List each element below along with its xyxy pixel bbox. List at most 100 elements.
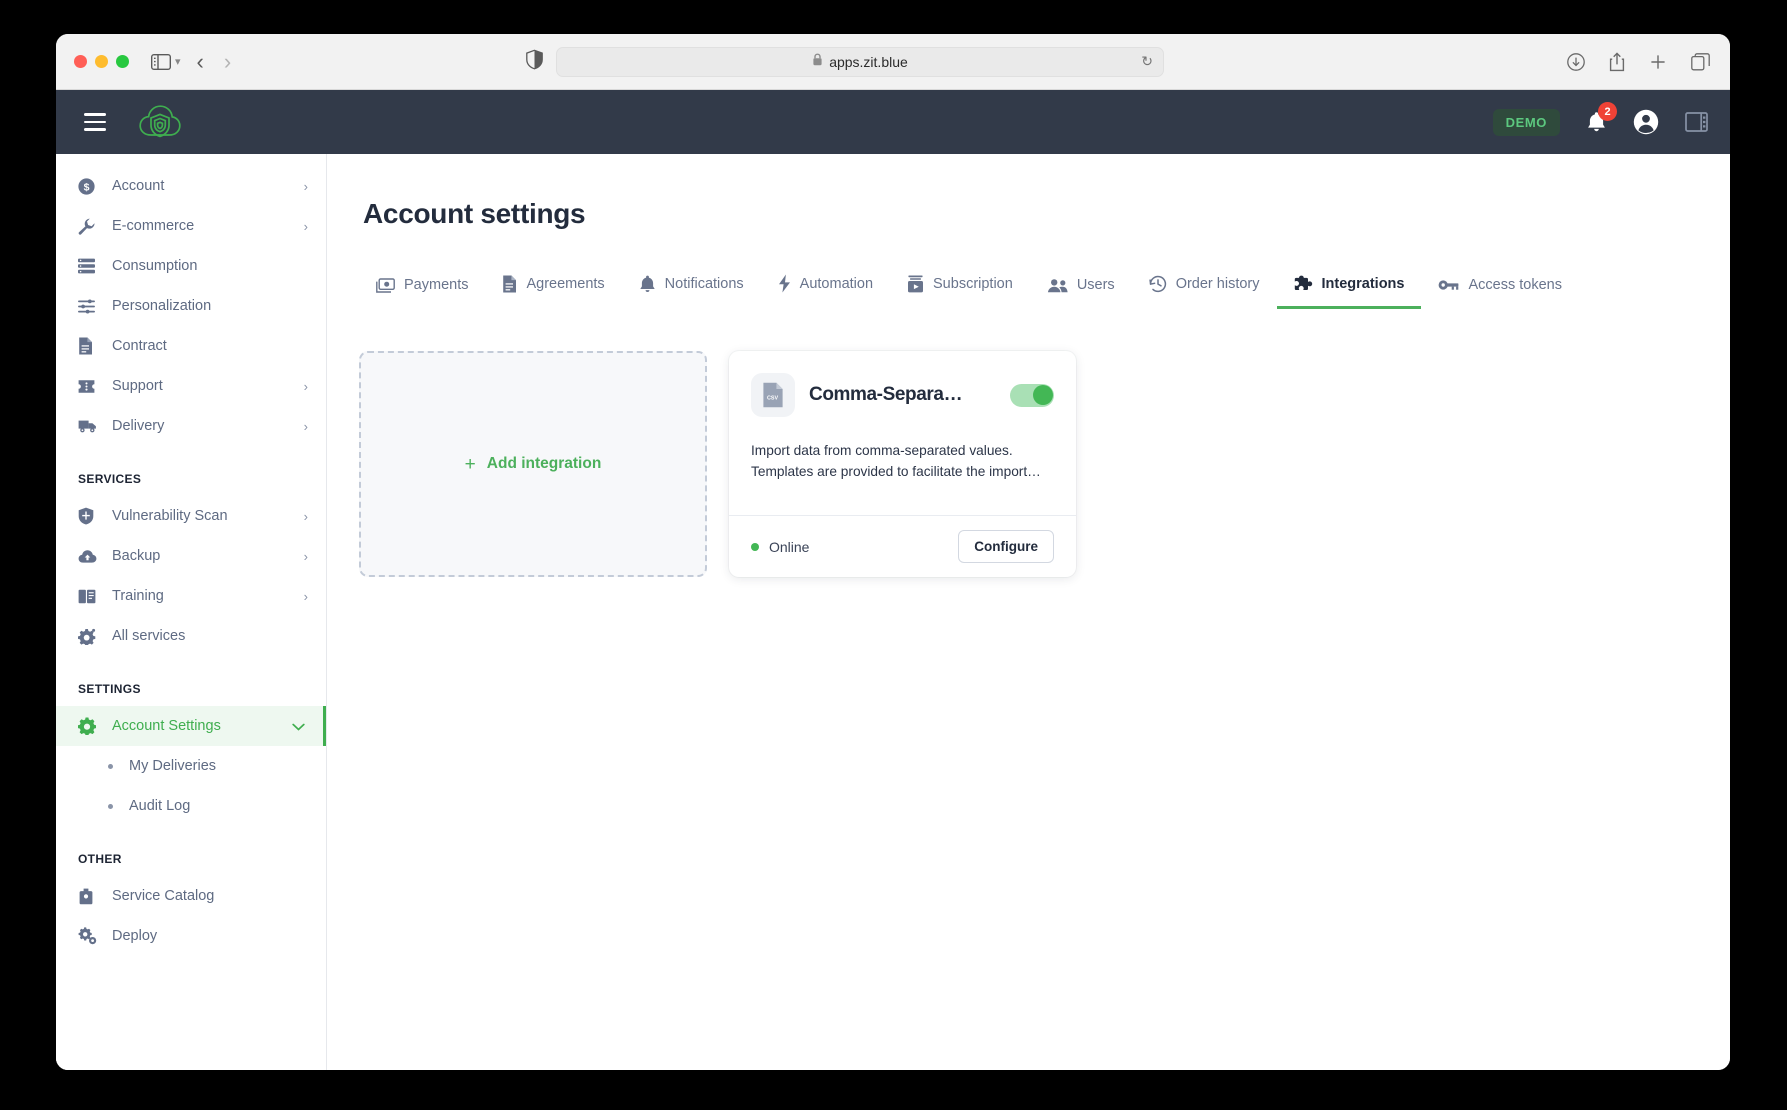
close-window-button[interactable] [74, 55, 87, 68]
sidebar-item-consumption[interactable]: Consumption [56, 246, 326, 286]
sidebar-item-label: Consumption [112, 258, 198, 274]
integration-card-body: CSV Comma-Separa… Import data from comma… [729, 351, 1076, 515]
shield-icon[interactable] [526, 49, 543, 74]
maximize-window-button[interactable] [116, 55, 129, 68]
shield-icon [78, 507, 104, 525]
sidebar-item-training[interactable]: Training › [56, 576, 326, 616]
notifications-button[interactable]: 2 [1586, 102, 1617, 133]
new-tab-plus-icon[interactable] [1649, 53, 1667, 71]
sidebar-subitem-audit-log[interactable]: Audit Log [56, 786, 326, 826]
sidebar-item-label: All services [112, 628, 186, 644]
tab-payments[interactable]: Payments [359, 277, 485, 309]
sidebar-item-label: Delivery [112, 418, 165, 434]
integration-description: Import data from comma-separated values.… [751, 443, 1041, 479]
reload-icon[interactable]: ↻ [1141, 53, 1153, 70]
tab-automation[interactable]: Automation [761, 274, 890, 309]
browser-toolbar: ▾ ‹ › apps.zit.blue ↻ [56, 34, 1730, 90]
tab-label: Integrations [1321, 276, 1405, 292]
subscription-box-icon [907, 275, 924, 293]
document-icon [502, 275, 517, 293]
gears-icon [78, 927, 104, 945]
minimize-window-button[interactable] [95, 55, 108, 68]
chevron-right-icon: › [303, 508, 308, 524]
status-dot-icon [751, 542, 759, 551]
sidebar-item-service-catalog[interactable]: Service Catalog [56, 876, 326, 916]
back-arrow-icon[interactable]: ‹ [197, 50, 204, 73]
gear-sparkle-icon [78, 628, 104, 645]
configure-button[interactable]: Configure [958, 530, 1054, 563]
sidebar-item-account-settings[interactable]: Account Settings [56, 706, 326, 746]
tab-integrations[interactable]: Integrations [1276, 275, 1422, 309]
chevron-right-icon: › [303, 178, 308, 194]
sidebar-item-label: Support [112, 378, 163, 394]
share-icon[interactable] [1609, 51, 1625, 72]
hamburger-menu-icon[interactable] [84, 113, 106, 131]
url-bar[interactable]: apps.zit.blue ↻ [556, 46, 1164, 77]
sidebar-item-deploy[interactable]: Deploy [56, 916, 326, 956]
sidebar-item-vulnerability-scan[interactable]: Vulnerability Scan › [56, 496, 326, 536]
bullet-dot-icon [108, 803, 113, 809]
url-text: apps.zit.blue [829, 53, 908, 70]
money-icon [376, 277, 395, 293]
tab-notifications[interactable]: Notifications [622, 275, 761, 309]
add-integration-label: Add integration [486, 455, 602, 472]
sidebar-item-label: Vulnerability Scan [112, 508, 228, 524]
integration-card-csv: CSV Comma-Separa… Import data from comma… [729, 351, 1076, 577]
tab-order-history[interactable]: Order history [1132, 275, 1277, 309]
tab-subscription[interactable]: Subscription [890, 275, 1030, 309]
sidebar-subitem-my-deliveries[interactable]: My Deliveries [56, 746, 326, 786]
lightning-bolt-icon [778, 274, 791, 293]
tab-agreements[interactable]: Agreements [485, 275, 621, 309]
sidebar-item-label: E-commerce [112, 218, 195, 234]
tab-label: Access tokens [1468, 277, 1562, 293]
add-integration-card[interactable]: + Add integration [359, 351, 707, 577]
bell-icon [639, 275, 656, 293]
app-body: $ Account › E-commerce › Consumption Per… [56, 154, 1730, 1070]
chevron-down-icon [292, 720, 305, 733]
notification-count-badge: 2 [1598, 102, 1617, 121]
side-panel-icon[interactable] [1685, 112, 1708, 132]
chevron-right-icon: › [303, 418, 308, 434]
sidebar-item-label: Personalization [112, 298, 212, 314]
sidebar-item-all-services[interactable]: All services [56, 616, 326, 656]
forward-arrow-icon[interactable]: › [224, 50, 231, 73]
add-integration-inner: + Add integration [465, 455, 602, 474]
integration-enable-toggle[interactable] [1010, 383, 1054, 407]
tab-label: Notifications [664, 276, 744, 292]
tab-label: Users [1076, 277, 1115, 293]
book-icon [78, 589, 104, 604]
plus-icon: + [464, 453, 476, 475]
tab-overview-icon[interactable] [1691, 52, 1710, 71]
header-actions: DEMO 2 [1492, 102, 1708, 136]
wrench-icon [78, 218, 104, 235]
sidebar-toggle-icon[interactable] [151, 53, 171, 70]
chevron-right-icon: › [303, 218, 308, 234]
dollar-circle-icon: $ [78, 177, 104, 195]
sidebar-item-label: Training [112, 588, 164, 604]
gear-icon [78, 717, 104, 735]
download-icon[interactable] [1567, 52, 1585, 71]
tab-access-tokens[interactable]: Access tokens [1421, 277, 1579, 309]
account-circle-icon[interactable] [1633, 109, 1659, 135]
clock-history-icon [1149, 275, 1167, 293]
puzzle-piece-icon [1294, 275, 1313, 293]
sidebar-item-contract[interactable]: Contract [56, 326, 326, 366]
sidebar-item-backup[interactable]: Backup › [56, 536, 326, 576]
chevron-right-icon: › [303, 378, 308, 394]
sidebar-section-settings: SETTINGS [78, 682, 141, 696]
sidebar-item-label: Contract [112, 338, 167, 354]
tab-users[interactable]: Users [1030, 277, 1132, 309]
bullet-dot-icon [108, 763, 113, 769]
sidebar-dropdown-chevron-icon[interactable]: ▾ [175, 55, 181, 68]
sidebar-item-label: Account [112, 178, 165, 194]
sidebar-item-label: Deploy [112, 928, 158, 944]
sidebar-item-e-commerce[interactable]: E-commerce › [56, 206, 326, 246]
people-icon [1047, 278, 1068, 293]
sidebar-item-support[interactable]: Support › [56, 366, 326, 406]
integration-title: Comma-Separa… [809, 384, 963, 405]
integration-card-header: CSV Comma-Separa… [751, 373, 1054, 417]
sidebar-item-personalization[interactable]: Personalization [56, 286, 326, 326]
sidebar-item-delivery[interactable]: Delivery › [56, 406, 326, 446]
sidebar-item-account[interactable]: $ Account › [56, 166, 326, 206]
cloud-shield-logo-icon[interactable] [138, 102, 182, 142]
